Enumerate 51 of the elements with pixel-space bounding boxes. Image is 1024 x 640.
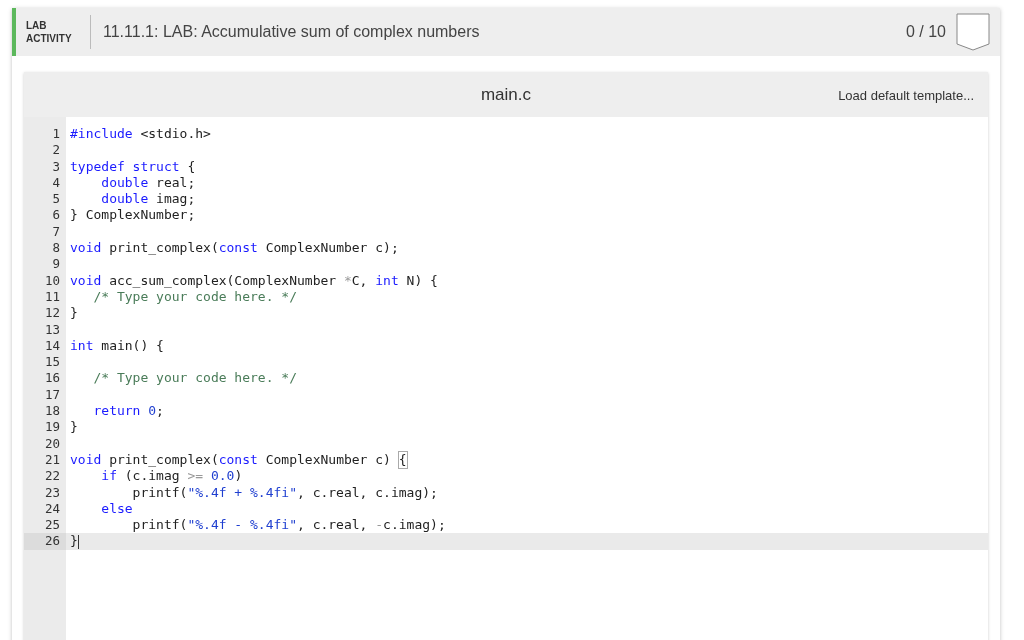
code-line[interactable]: double imag; bbox=[66, 191, 988, 208]
code-line[interactable]: /* Type your code here. */ bbox=[66, 288, 988, 306]
load-template-button[interactable]: Load default template... bbox=[838, 88, 974, 103]
line-number: 24 bbox=[43, 500, 61, 518]
line-number: 1 bbox=[51, 126, 61, 143]
line-number: 3 bbox=[51, 158, 61, 175]
line-number: 12 bbox=[43, 305, 61, 322]
code-line[interactable]: printf("%.4f - %.4fi", c.real, -c.imag); bbox=[66, 517, 988, 534]
line-number: 8 bbox=[51, 240, 61, 257]
line-number: 10 bbox=[43, 272, 61, 289]
activity-title: 11.11.1: LAB: Accumulative sum of complex numbers bbox=[102, 23, 481, 41]
line-number: 23 bbox=[43, 484, 61, 501]
line-number: 21 bbox=[43, 451, 61, 469]
code-line[interactable]: typedef struct { bbox=[66, 158, 988, 175]
code-line[interactable]: void print_complex(const ComplexNumber c) { bbox=[66, 451, 988, 469]
line-number: 22 bbox=[43, 468, 61, 485]
line-number: 20 bbox=[43, 435, 61, 452]
line-number: 25 bbox=[43, 517, 61, 534]
line-number: 14 bbox=[43, 337, 61, 355]
line-number: 15 bbox=[43, 354, 61, 371]
line-number: 4 bbox=[51, 174, 61, 192]
line-number: 9 bbox=[51, 256, 61, 273]
code-line[interactable]: int main() { bbox=[66, 337, 988, 355]
lab-activity-label: LAB ACTIVITY bbox=[26, 15, 91, 49]
line-number: 19 bbox=[43, 419, 61, 436]
file-name: main.c bbox=[480, 84, 532, 105]
code-line[interactable]: return 0; bbox=[66, 403, 988, 420]
line-number: 5 bbox=[51, 191, 61, 208]
code-line[interactable]: if (c.imag >= 0.0) bbox=[66, 468, 988, 485]
line-number: 26 bbox=[24, 533, 66, 550]
line-number: 2 bbox=[51, 142, 61, 159]
code-line[interactable]: #include <stdio.h> bbox=[66, 126, 988, 143]
score: 0 / 10 bbox=[905, 23, 946, 41]
code-line[interactable]: } ComplexNumber; bbox=[66, 207, 988, 224]
line-number: 6 bbox=[51, 207, 61, 224]
line-number: 13 bbox=[43, 321, 61, 338]
line-number: 7 bbox=[51, 223, 61, 241]
code-line[interactable]: printf("%.4f + %.4fi", c.real, c.imag); bbox=[66, 484, 988, 501]
code-line[interactable]: else bbox=[66, 500, 988, 518]
code-line[interactable]: void acc_sum_complex(ComplexNumber *C, int N) { bbox=[66, 272, 988, 289]
code-line[interactable]: } bbox=[66, 419, 988, 436]
code-line[interactable]: /* Type your code here. */ bbox=[66, 370, 988, 387]
line-number: 16 bbox=[43, 370, 61, 387]
code-line[interactable]: } bbox=[66, 305, 988, 322]
line-number: 11 bbox=[43, 288, 61, 306]
line-number: 18 bbox=[43, 403, 61, 420]
text-cursor bbox=[77, 534, 79, 549]
code-line[interactable]: double real; bbox=[66, 174, 988, 192]
code-line[interactable]: void print_complex(const ComplexNumber c); bbox=[66, 240, 988, 257]
line-number: 17 bbox=[43, 386, 61, 404]
badge-icon bbox=[956, 13, 990, 51]
